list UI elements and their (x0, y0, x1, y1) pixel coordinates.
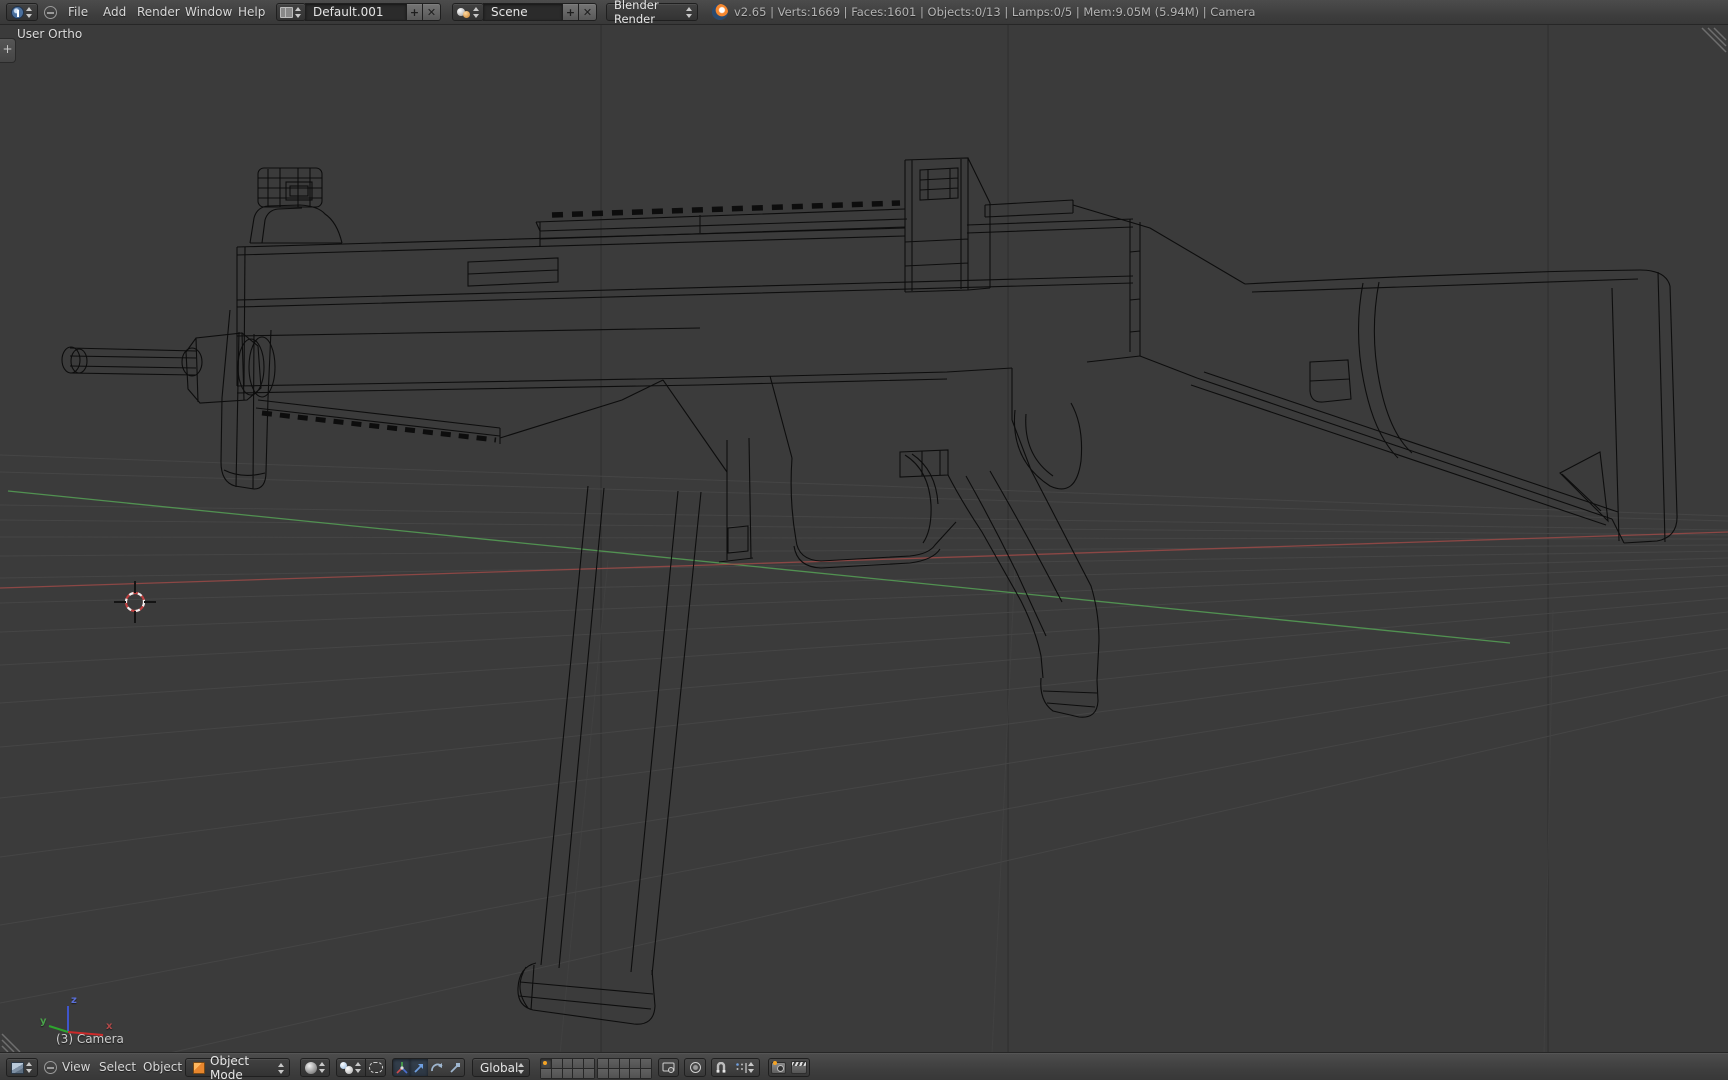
menu-render[interactable]: Render (131, 0, 186, 24)
pivot-point-icon (340, 1061, 353, 1074)
menu-add[interactable]: Add (97, 0, 132, 24)
proportional-edit-icon (689, 1062, 701, 1073)
3d-viewport[interactable]: User Ortho (3) Camera x y z + (0, 0, 1728, 1080)
chevron-up-down-icon (686, 7, 693, 18)
gun-receiver (236, 218, 1141, 394)
transform-orientation-selector[interactable]: Global (472, 1058, 530, 1077)
render-engine-selector[interactable]: Blender Render (606, 0, 698, 26)
scene-icon (456, 7, 471, 18)
view-mode-label: User Ortho (17, 27, 83, 41)
chevron-up-down-icon (355, 1062, 362, 1073)
render-still-button[interactable] (768, 1058, 789, 1077)
viewport-canvas[interactable] (0, 0, 1728, 1080)
scene-browse[interactable] (452, 3, 484, 21)
render-engine-label: Blender Render (614, 0, 659, 26)
x-axis-line (0, 531, 1728, 589)
manipulator-scale-button[interactable] (446, 1058, 465, 1077)
manipulate-center-points-toggle[interactable] (365, 1058, 386, 1077)
scene-lock-icon (662, 1062, 675, 1073)
delete-scene-button[interactable]: ✕ (578, 3, 597, 21)
layer-1-active[interactable] (541, 1059, 551, 1068)
3d-cursor[interactable] (114, 581, 156, 623)
orientation-label: Global (480, 1060, 519, 1075)
active-camera-label: (3) Camera (56, 1032, 124, 1046)
menu-object[interactable]: Object (137, 1054, 188, 1080)
gun-front-sight (249, 167, 343, 244)
axis-y-label: y (40, 1016, 47, 1027)
corner-grip-bottom-left[interactable] (1, 1033, 21, 1053)
manipulator-rotate-button[interactable] (428, 1058, 447, 1077)
axis-x-label: x (106, 1021, 113, 1032)
snap-element-selector[interactable] (730, 1058, 760, 1077)
mode-label: Object Mode (210, 1053, 250, 1080)
viewport-shading-selector[interactable] (300, 1058, 330, 1077)
gun-rear-tower (904, 157, 1246, 356)
blender-logo-icon (712, 4, 728, 20)
grid-floor-lines (0, 454, 1728, 1080)
grid-steep-lines (559, 559, 1554, 1055)
chevron-up-down-icon (26, 1062, 33, 1073)
mini-axis-gizmo (48, 1006, 104, 1036)
tool-shelf-toggle[interactable]: + (0, 38, 16, 63)
info-header: File Add Render Window Help Default.001 … (0, 0, 1728, 26)
pivot-point-selector[interactable] (336, 1058, 366, 1077)
add-scene-button[interactable]: + (562, 3, 579, 21)
menu-help[interactable]: Help (232, 0, 271, 24)
menu-select[interactable]: Select (93, 1054, 142, 1080)
layers-group-2[interactable] (597, 1058, 652, 1079)
3d-view-icon (11, 1061, 24, 1074)
render-animation-button[interactable] (788, 1058, 810, 1077)
snap-magnet-icon (716, 1061, 726, 1073)
layers-group-1[interactable] (540, 1058, 595, 1079)
add-layout-button[interactable]: + (406, 3, 423, 21)
chevron-up-down-icon (472, 6, 480, 18)
manipulator-toggle[interactable] (392, 1058, 411, 1077)
rotate-icon (431, 1062, 443, 1071)
editor-type-selector-3dview[interactable] (6, 1058, 38, 1077)
gun-trigger-group (662, 375, 957, 569)
corner-grip-top-right[interactable] (1701, 27, 1727, 53)
viewport-shading-icon (304, 1061, 317, 1074)
proportional-edit-selector[interactable] (684, 1058, 706, 1077)
lock-to-scene-toggle[interactable] (658, 1058, 679, 1077)
chevron-up-down-icon (295, 6, 302, 18)
screen-layout-browse[interactable] (276, 3, 306, 21)
info-icon (11, 5, 24, 19)
scale-icon (450, 1062, 460, 1073)
scene-statistics: v2.65 | Verts:1669 | Faces:1601 | Object… (734, 5, 1256, 19)
axis-z-label: z (71, 995, 77, 1006)
chevron-up-down-icon (518, 1062, 525, 1074)
manipulator-axes-icon (395, 1061, 408, 1074)
gun-wireframe[interactable] (61, 157, 1678, 1025)
gun-top-rail (535, 200, 908, 247)
translate-icon (414, 1063, 423, 1073)
chevron-up-down-icon (747, 1062, 755, 1073)
gun-grip (947, 368, 1100, 718)
snap-toggle[interactable] (711, 1058, 731, 1077)
menu-view[interactable]: View (56, 1054, 96, 1080)
chevron-up-down-icon (26, 6, 33, 18)
scene-name-field[interactable]: Scene (483, 3, 563, 21)
editor-type-selector[interactable] (6, 3, 38, 21)
render-still-icon (771, 1060, 786, 1074)
blender-window: User Ortho (3) Camera x y z + File Add R… (0, 0, 1728, 1080)
menu-window[interactable]: Window (179, 0, 238, 24)
y-axis-line (7, 490, 1511, 644)
snap-increment-icon (735, 1062, 747, 1073)
center-points-icon (368, 1062, 383, 1073)
chevron-up-down-icon (278, 1062, 285, 1074)
menu-file[interactable]: File (62, 0, 94, 24)
object-mode-cube-icon (193, 1061, 205, 1074)
collapse-menus-button[interactable] (44, 6, 57, 19)
screen-layout-icon (280, 6, 293, 18)
manipulator-translate-button[interactable] (410, 1058, 429, 1077)
mode-selector[interactable]: Object Mode (185, 1054, 290, 1080)
viewport-header: View Select Object Object Mode Global (0, 1053, 1728, 1080)
chevron-up-down-icon (318, 1062, 326, 1073)
render-anim-icon (790, 1061, 807, 1074)
screen-layout-name-field[interactable]: Default.001 (305, 3, 407, 21)
delete-layout-button[interactable]: ✕ (422, 3, 441, 21)
